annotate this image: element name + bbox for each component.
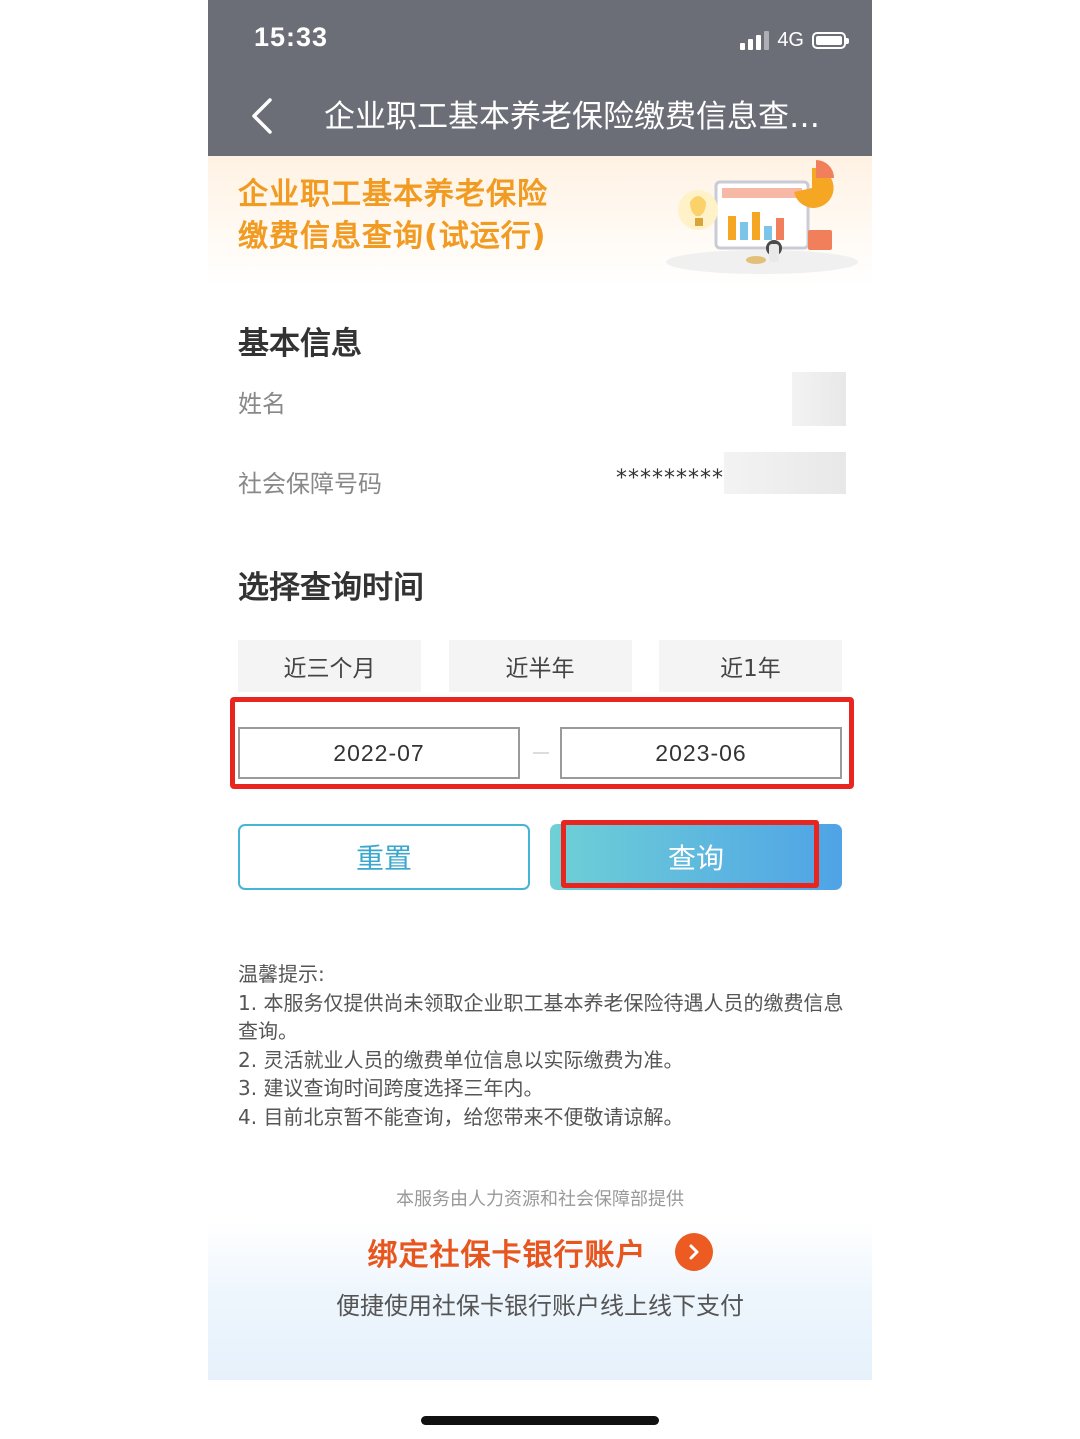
tips-panel: 温馨提示: 1. 本服务仅提供尚未领取企业职工基本养老保险待遇人员的缴费信息查询… bbox=[238, 960, 848, 1131]
signal-icon bbox=[740, 30, 770, 50]
home-indicator[interactable] bbox=[421, 1416, 659, 1425]
name-label: 姓名 bbox=[238, 390, 286, 418]
battery-icon bbox=[812, 31, 849, 49]
tip-item: 1. 本服务仅提供尚未领取企业职工基本养老保险待遇人员的缴费信息查询。 bbox=[238, 990, 844, 1044]
range-one-year-button[interactable]: 近1年 bbox=[659, 640, 842, 692]
range-half-year-button[interactable]: 近半年 bbox=[448, 640, 632, 692]
name-value bbox=[792, 372, 846, 426]
start-date-picker[interactable]: 2022-07 bbox=[238, 727, 520, 779]
name-mosaic bbox=[792, 372, 846, 426]
nav-bar: 企业职工基本养老保险缴费信息查… bbox=[208, 78, 872, 156]
tip-item: 4. 目前北京暂不能查询，给您带来不便敬请谅解。 bbox=[238, 1104, 684, 1129]
banner-title: 企业职工基本养老保险 缴费信息查询(试运行) bbox=[238, 177, 548, 254]
tip-item: 2. 灵活就业人员的缴费单位信息以实际缴费为准。 bbox=[238, 1047, 684, 1072]
range-three-months-button[interactable]: 近三个月 bbox=[238, 640, 421, 692]
end-date-picker[interactable]: 2023-06 bbox=[560, 727, 842, 779]
service-banner: 企业职工基本养老保险 缴费信息查询(试运行) bbox=[208, 156, 872, 286]
app-screen: 15:33 4G 企业职工基本养老保险缴费信息查… 企业职工基本养老保险 缴费信… bbox=[208, 0, 872, 1380]
ssn-label: 社会保障号码 bbox=[238, 470, 382, 498]
ssn-value: ********* bbox=[616, 452, 846, 494]
bind-card-promo: 绑定社保卡银行账户 便捷使用社保卡银行账户线上线下支付 bbox=[208, 1222, 872, 1380]
page-title: 企业职工基本养老保险缴费信息查… bbox=[324, 99, 820, 135]
ssn-mosaic bbox=[724, 452, 846, 494]
query-time-heading: 选择查询时间 bbox=[238, 570, 424, 606]
reset-button[interactable]: 重置 bbox=[238, 824, 530, 890]
promo-subtitle: 便捷使用社保卡银行账户线上线下支付 bbox=[336, 1292, 744, 1320]
status-indicators: 4G bbox=[740, 26, 849, 54]
ssn-masked-text: ********* bbox=[616, 465, 724, 491]
service-provider-note: 本服务由人力资源和社会保障部提供 bbox=[396, 1189, 684, 1210]
status-bar: 15:33 4G bbox=[208, 0, 872, 78]
basic-info-heading: 基本信息 bbox=[238, 326, 362, 362]
tips-title: 温馨提示: bbox=[238, 962, 325, 986]
back-arrow-icon[interactable] bbox=[244, 96, 284, 136]
status-time: 15:33 bbox=[254, 22, 329, 52]
bind-card-link[interactable]: 绑定社保卡银行账户 bbox=[208, 1230, 872, 1274]
date-separator bbox=[533, 752, 549, 754]
dashboard-illustration-icon bbox=[666, 160, 858, 274]
quick-range-group: 近三个月 近半年 近1年 bbox=[238, 640, 842, 692]
chevron-right-icon bbox=[674, 1233, 713, 1271]
tip-item: 3. 建议查询时间跨度选择三年内。 bbox=[238, 1076, 544, 1100]
promo-title: 绑定社保卡银行账户 bbox=[367, 1238, 647, 1273]
network-type: 4G bbox=[777, 28, 804, 51]
query-button-highlight bbox=[561, 820, 819, 888]
